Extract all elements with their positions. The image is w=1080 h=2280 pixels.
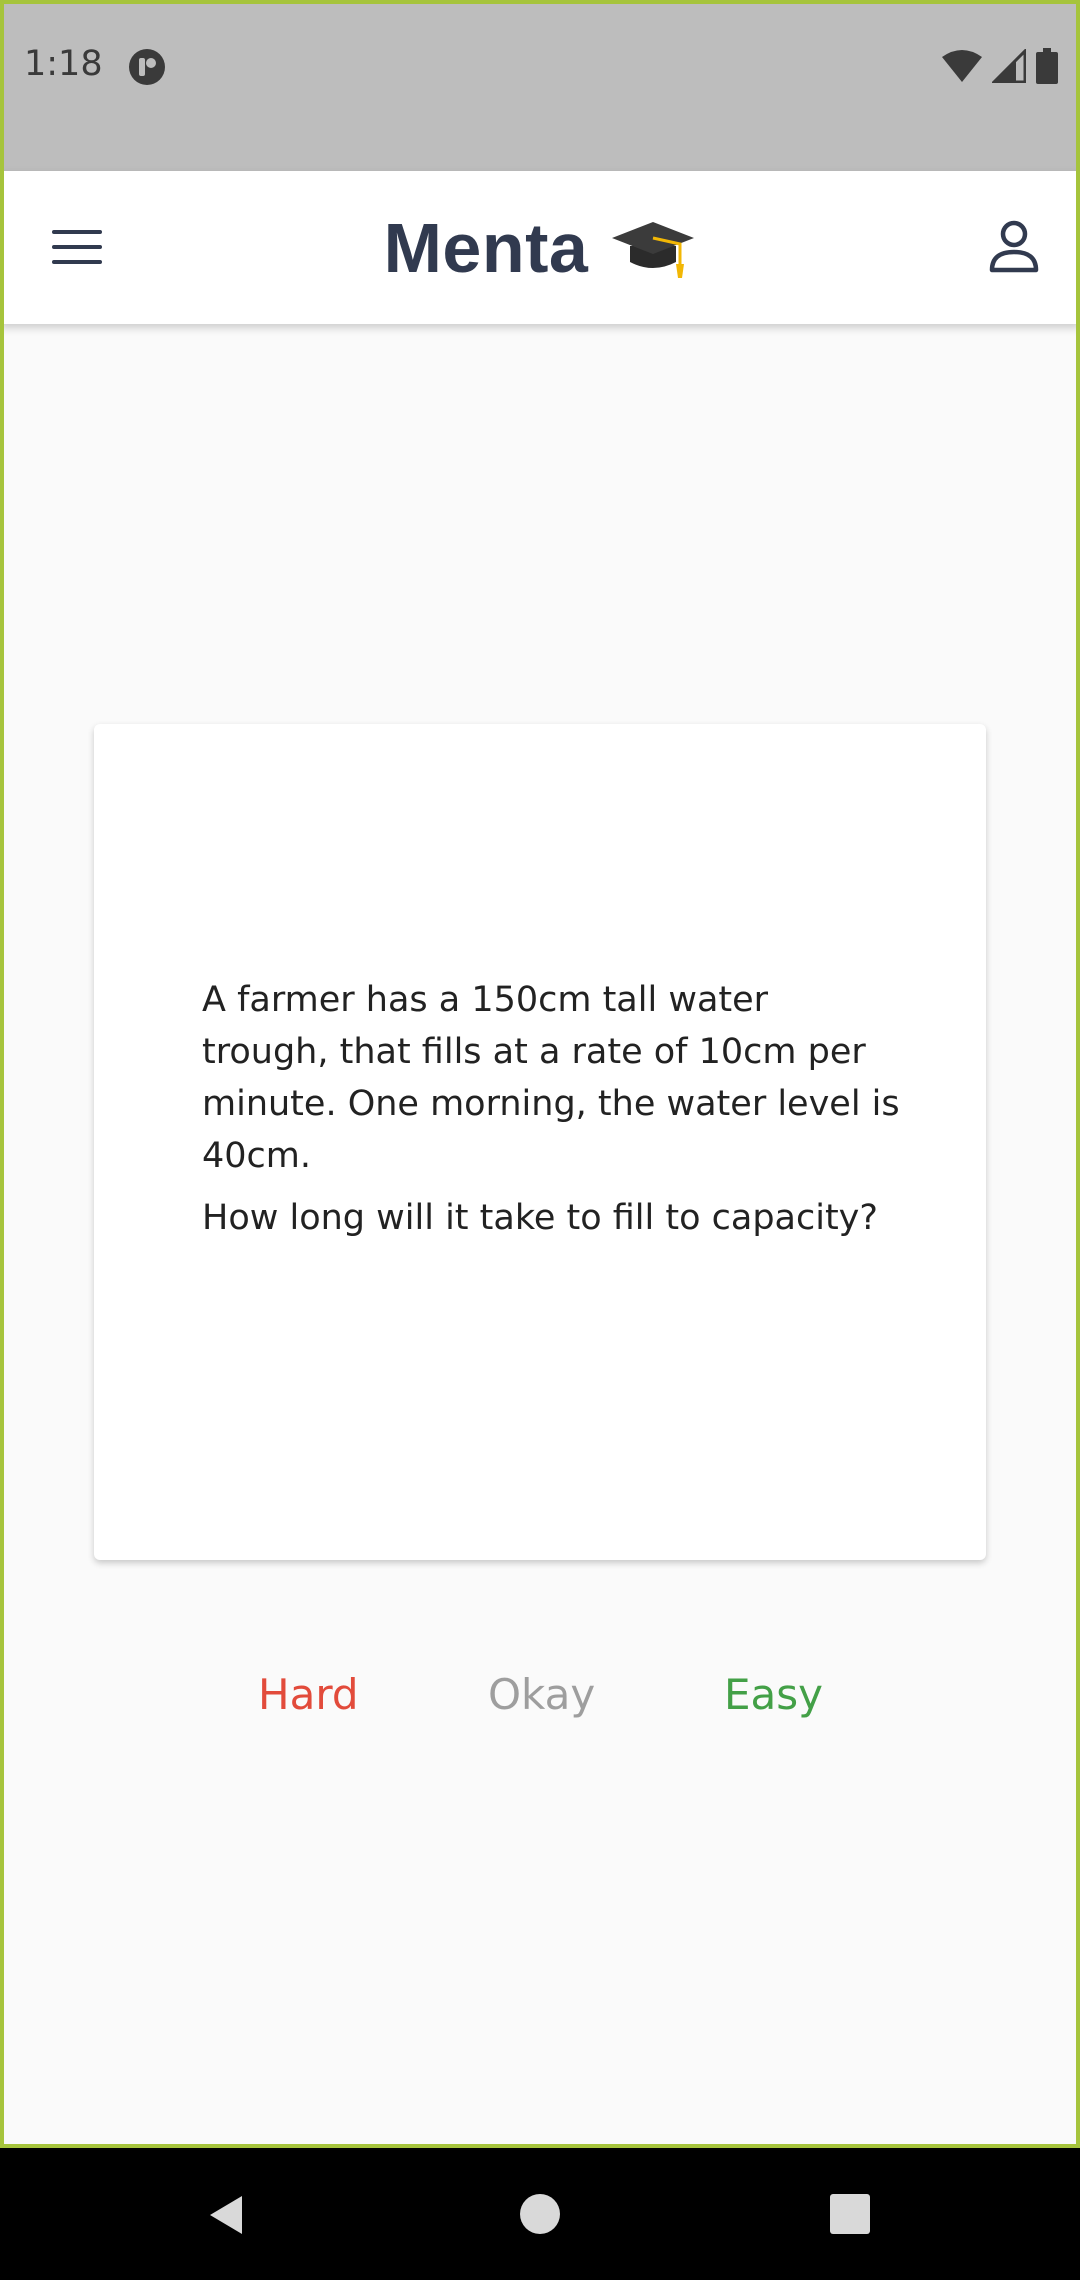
profile-icon[interactable] bbox=[982, 214, 1046, 278]
status-bar: 1:18 bbox=[0, 0, 1080, 171]
question-paragraph: A farmer has a 150cm tall water trough, … bbox=[202, 980, 900, 1176]
back-icon[interactable] bbox=[204, 2192, 250, 2238]
wifi-icon bbox=[942, 50, 982, 82]
recents-icon[interactable] bbox=[828, 2192, 872, 2236]
notification-app-icon bbox=[129, 49, 165, 85]
system-nav-bar bbox=[0, 2148, 1080, 2280]
hard-button[interactable]: Hard bbox=[258, 1660, 359, 1730]
difficulty-rating-row: Hard Okay Easy bbox=[0, 1660, 1080, 1730]
battery-icon bbox=[1036, 48, 1058, 84]
question-card[interactable]: A farmer has a 150cm tall water trough, … bbox=[94, 724, 986, 1560]
app-title: Menta bbox=[383, 208, 589, 287]
app-title-group: Menta bbox=[0, 171, 1080, 324]
easy-button[interactable]: Easy bbox=[724, 1660, 823, 1730]
question-prompt: How long will it take to fill to capacit… bbox=[202, 1198, 878, 1238]
app-bar: Menta bbox=[0, 171, 1080, 324]
status-icons bbox=[942, 48, 1058, 84]
home-icon[interactable] bbox=[518, 2192, 562, 2236]
status-time: 1:18 bbox=[24, 44, 103, 84]
graduation-cap-icon bbox=[612, 221, 695, 278]
signal-icon bbox=[992, 49, 1026, 83]
question-text: A farmer has a 150cm tall water trough, … bbox=[202, 974, 902, 1244]
okay-button[interactable]: Okay bbox=[488, 1660, 595, 1730]
